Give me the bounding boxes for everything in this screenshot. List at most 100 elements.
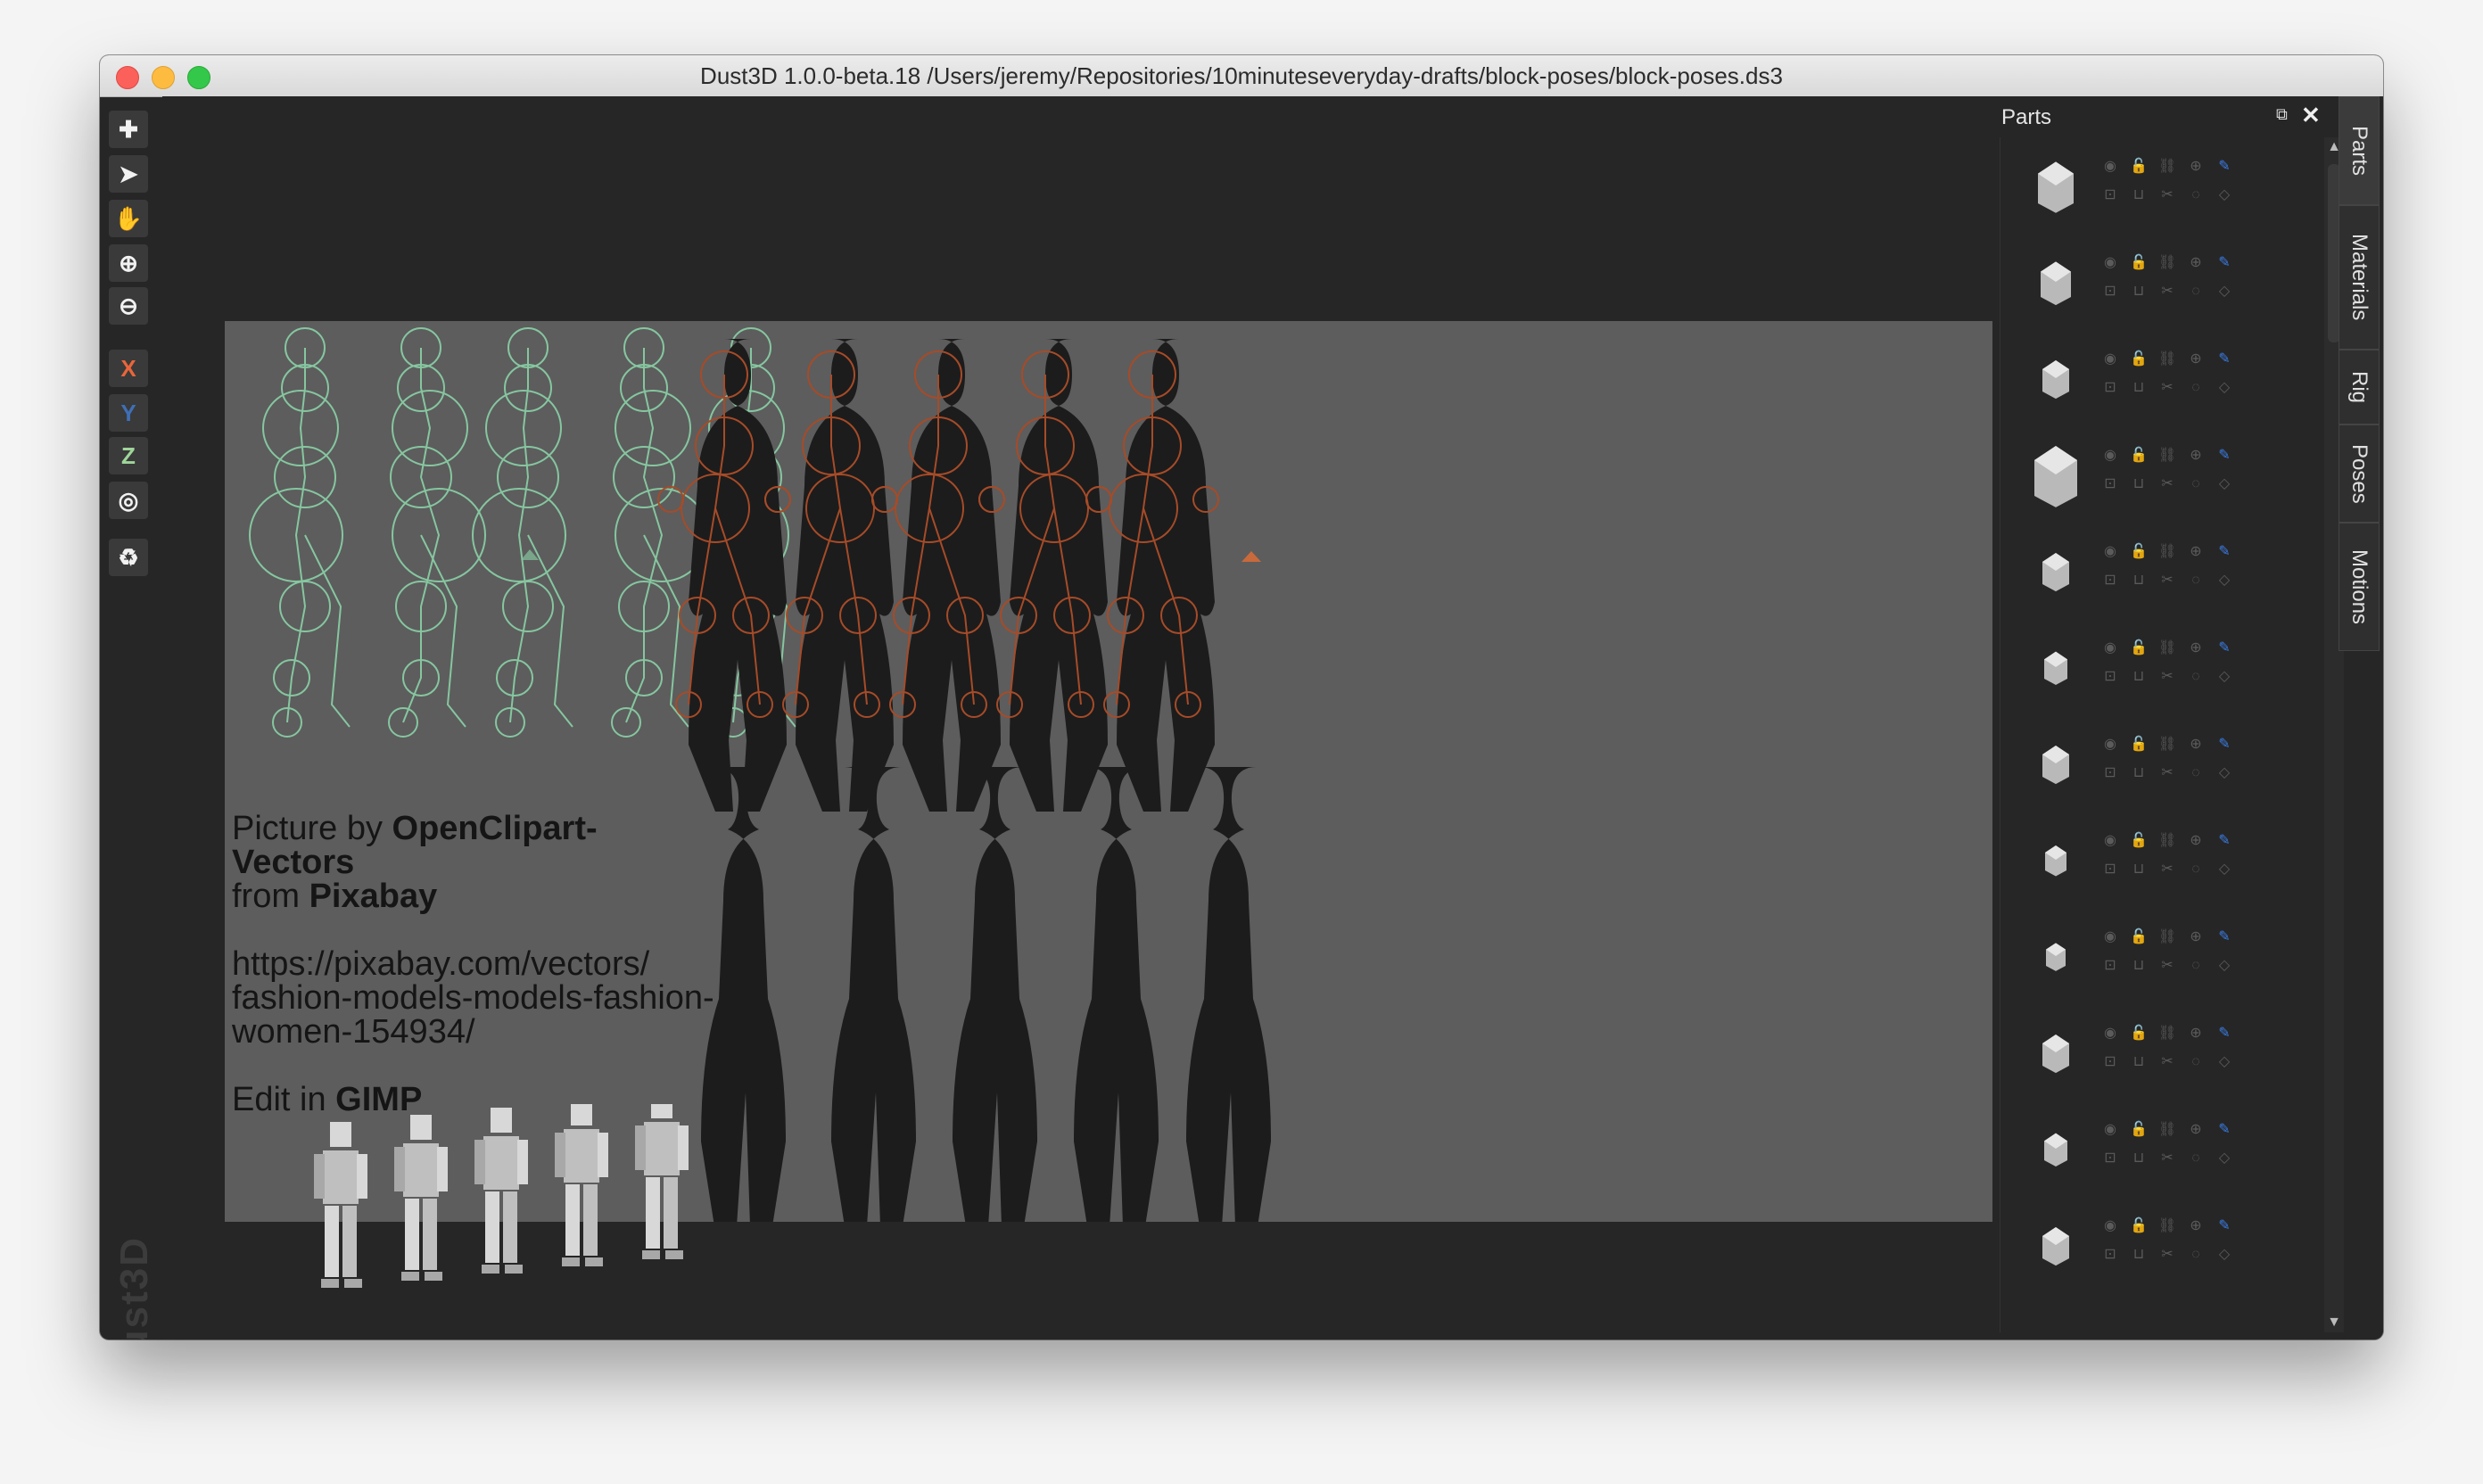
xmirror-icon[interactable]: ⊕ <box>2186 446 2206 466</box>
mirror-icon[interactable]: ⊔ <box>2129 186 2149 205</box>
roundend-icon[interactable]: ◌ <box>2186 956 2206 976</box>
part-row[interactable]: ◉ ⊡ 🔓 ⊔ ⛓ ✂ ⊕ ◌ ✎ ◇ <box>2000 715 2304 812</box>
part-thumbnail[interactable] <box>2020 342 2091 414</box>
visibility-icon[interactable]: ◉ <box>2100 1024 2120 1043</box>
subdivide-icon[interactable]: ✂ <box>2157 1245 2177 1265</box>
select-pointer-icon[interactable]: ➤ <box>109 155 148 193</box>
tab-materials[interactable]: Materials <box>2339 205 2380 350</box>
mirror-icon[interactable]: ⊔ <box>2129 860 2149 879</box>
part-thumbnail[interactable] <box>2020 631 2091 703</box>
part-thumbnail[interactable] <box>2020 1113 2091 1184</box>
lock-icon[interactable]: 🔓 <box>2129 639 2149 658</box>
add-icon[interactable]: ✚ <box>109 111 148 148</box>
subdivide-icon[interactable]: ✂ <box>2157 956 2177 976</box>
close-icon[interactable]: ✕ <box>2301 102 2322 128</box>
pan-hand-icon[interactable]: ✋ <box>109 200 148 237</box>
select-icon[interactable]: ⊡ <box>2100 1245 2120 1265</box>
mirror-icon[interactable]: ⊔ <box>2129 378 2149 398</box>
mirror-icon[interactable]: ⊔ <box>2129 763 2149 783</box>
select-icon[interactable]: ⊡ <box>2100 1149 2120 1168</box>
chamfer-icon[interactable]: ◇ <box>2215 1149 2234 1168</box>
color-icon[interactable]: ✎ <box>2215 735 2234 754</box>
part-row[interactable]: ◉ ⊡ 🔓 ⊔ ⛓ ✂ ⊕ ◌ ✎ ◇ <box>2000 137 2304 234</box>
zoom-in-icon[interactable]: ⊕ <box>109 244 148 282</box>
visibility-icon[interactable]: ◉ <box>2100 639 2120 658</box>
xmirror-icon[interactable]: ⊕ <box>2186 1120 2206 1140</box>
block-figure[interactable] <box>314 1122 367 1288</box>
lock-icon[interactable]: 🔓 <box>2129 831 2149 851</box>
tab-motions[interactable]: Motions <box>2339 523 2380 651</box>
link-icon[interactable]: ⛓ <box>2157 1024 2177 1043</box>
select-icon[interactable]: ⊡ <box>2100 282 2120 301</box>
select-icon[interactable]: ⊡ <box>2100 474 2120 494</box>
roundend-icon[interactable]: ◌ <box>2186 571 2206 590</box>
color-icon[interactable]: ✎ <box>2215 350 2234 369</box>
part-row[interactable]: ◉ ⊡ 🔓 ⊔ ⛓ ✂ ⊕ ◌ ✎ ◇ <box>2000 426 2304 523</box>
subdivide-icon[interactable]: ✂ <box>2157 186 2177 205</box>
visibility-icon[interactable]: ◉ <box>2100 350 2120 369</box>
roundend-icon[interactable]: ◌ <box>2186 1149 2206 1168</box>
visibility-icon[interactable]: ◉ <box>2100 542 2120 562</box>
roundend-icon[interactable]: ◌ <box>2186 282 2206 301</box>
y-axis-lock-button[interactable]: Y <box>109 394 148 432</box>
part-thumbnail[interactable] <box>2020 150 2091 221</box>
chamfer-icon[interactable]: ◇ <box>2215 1052 2234 1072</box>
recycle-icon[interactable]: ♻ <box>109 539 148 576</box>
part-thumbnail[interactable] <box>2020 1209 2091 1281</box>
xmirror-icon[interactable]: ⊕ <box>2186 639 2206 658</box>
roundend-icon[interactable]: ◌ <box>2186 763 2206 783</box>
part-row[interactable]: ◉ ⊡ 🔓 ⊔ ⛓ ✂ ⊕ ◌ ✎ ◇ <box>2000 523 2304 619</box>
tab-rig[interactable]: Rig <box>2339 350 2380 425</box>
subdivide-icon[interactable]: ✂ <box>2157 378 2177 398</box>
subdivide-icon[interactable]: ✂ <box>2157 571 2177 590</box>
xmirror-icon[interactable]: ⊕ <box>2186 350 2206 369</box>
origin-marker-icon[interactable] <box>1242 551 1261 562</box>
radius-lock-icon[interactable]: ◎ <box>109 482 148 519</box>
xmirror-icon[interactable]: ⊕ <box>2186 1024 2206 1043</box>
roundend-icon[interactable]: ◌ <box>2186 186 2206 205</box>
part-thumbnail[interactable] <box>2020 535 2091 606</box>
select-icon[interactable]: ⊡ <box>2100 667 2120 687</box>
select-icon[interactable]: ⊡ <box>2100 571 2120 590</box>
mirror-icon[interactable]: ⊔ <box>2129 1245 2149 1265</box>
xmirror-icon[interactable]: ⊕ <box>2186 253 2206 273</box>
part-row[interactable]: ◉ ⊡ 🔓 ⊔ ⛓ ✂ ⊕ ◌ ✎ ◇ <box>2000 1004 2304 1101</box>
lock-icon[interactable]: 🔓 <box>2129 928 2149 947</box>
chamfer-icon[interactable]: ◇ <box>2215 956 2234 976</box>
subdivide-icon[interactable]: ✂ <box>2157 1149 2177 1168</box>
color-icon[interactable]: ✎ <box>2215 639 2234 658</box>
lock-icon[interactable]: 🔓 <box>2129 446 2149 466</box>
part-thumbnail[interactable] <box>2020 246 2091 317</box>
link-icon[interactable]: ⛓ <box>2157 1120 2177 1140</box>
link-icon[interactable]: ⛓ <box>2157 928 2177 947</box>
select-icon[interactable]: ⊡ <box>2100 186 2120 205</box>
visibility-icon[interactable]: ◉ <box>2100 1120 2120 1140</box>
color-icon[interactable]: ✎ <box>2215 542 2234 562</box>
subdivide-icon[interactable]: ✂ <box>2157 1052 2177 1072</box>
block-figure[interactable] <box>394 1115 448 1281</box>
zoom-out-icon[interactable]: ⊖ <box>109 287 148 325</box>
visibility-icon[interactable]: ◉ <box>2100 1216 2120 1236</box>
visibility-icon[interactable]: ◉ <box>2100 928 2120 947</box>
color-icon[interactable]: ✎ <box>2215 157 2234 177</box>
roundend-icon[interactable]: ◌ <box>2186 1245 2206 1265</box>
block-figure[interactable] <box>555 1104 608 1266</box>
lock-icon[interactable]: 🔓 <box>2129 1120 2149 1140</box>
link-icon[interactable]: ⛓ <box>2157 350 2177 369</box>
lock-icon[interactable]: 🔓 <box>2129 157 2149 177</box>
lock-icon[interactable]: 🔓 <box>2129 542 2149 562</box>
mirror-icon[interactable]: ⊔ <box>2129 571 2149 590</box>
color-icon[interactable]: ✎ <box>2215 831 2234 851</box>
chamfer-icon[interactable]: ◇ <box>2215 571 2234 590</box>
parts-list[interactable]: ◉ ⊡ 🔓 ⊔ ⛓ ✂ ⊕ ◌ ✎ ◇ ◉ ⊡ 🔓 ⊔ ⛓ ✂ ⊕ ◌ ✎ ◇ ◉ ⊡ 🔓 ⊔ ⛓ ✂ ⊕ ◌ ✎ ◇ ◉ ⊡ 🔓 ⊔ ⛓ ✂ ⊕ ◌ ✎ ◇… <box>2000 137 2311 1332</box>
xmirror-icon[interactable]: ⊕ <box>2186 831 2206 851</box>
link-icon[interactable]: ⛓ <box>2157 446 2177 466</box>
chamfer-icon[interactable]: ◇ <box>2215 474 2234 494</box>
roundend-icon[interactable]: ◌ <box>2186 474 2206 494</box>
part-thumbnail[interactable] <box>2020 920 2091 992</box>
subdivide-icon[interactable]: ✂ <box>2157 474 2177 494</box>
mirror-icon[interactable]: ⊔ <box>2129 474 2149 494</box>
select-icon[interactable]: ⊡ <box>2100 1052 2120 1072</box>
link-icon[interactable]: ⛓ <box>2157 157 2177 177</box>
lock-icon[interactable]: 🔓 <box>2129 253 2149 273</box>
